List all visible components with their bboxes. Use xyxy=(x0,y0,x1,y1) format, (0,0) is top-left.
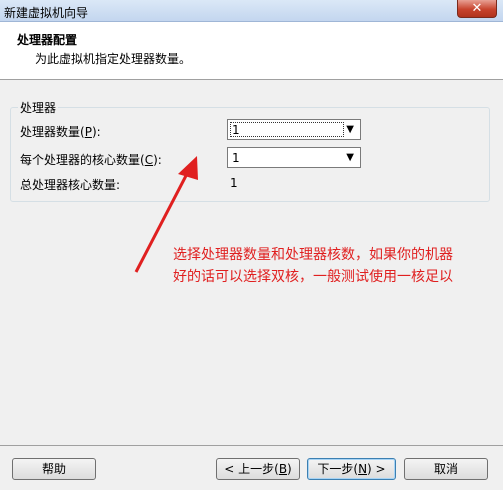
cancel-button[interactable]: 取消 xyxy=(404,458,488,480)
chevron-down-icon: ▼ xyxy=(346,152,354,163)
cores-per-processor-select[interactable]: 1 ▼ xyxy=(227,147,361,168)
total-cores-label: 总处理器核心数量: xyxy=(20,178,121,192)
groupbox-label: 处理器 xyxy=(18,99,59,116)
annotation-line-2: 好的话可以选择双核，一般测试使用一核足以 xyxy=(173,269,453,285)
processor-count-label: 处理器数量(P): xyxy=(20,125,101,139)
processor-count-select[interactable]: 1 ▼ xyxy=(227,119,361,140)
wizard-header: 处理器配置 为此虚拟机指定处理器数量。 xyxy=(0,22,503,80)
processor-count-value: 1 xyxy=(232,123,240,137)
chevron-down-icon: ▼ xyxy=(346,124,354,135)
cores-per-processor-value: 1 xyxy=(232,151,240,165)
cores-per-processor-label: 每个处理器的核心数量(C): xyxy=(20,153,162,167)
focus-rect xyxy=(230,122,344,137)
title-bar: 新建虚拟机向导 ✕ xyxy=(0,0,503,22)
close-button[interactable]: ✕ xyxy=(457,0,497,18)
help-button[interactable]: 帮助 xyxy=(12,458,96,480)
close-icon: ✕ xyxy=(471,1,483,16)
annotation-line-1: 选择处理器数量和处理器核数，如果你的机器 xyxy=(173,247,453,263)
total-cores-value: 1 xyxy=(230,176,238,190)
footer-divider xyxy=(0,445,503,446)
page-subtitle: 为此虚拟机指定处理器数量。 xyxy=(35,52,192,66)
back-button[interactable]: < 上一步(B) xyxy=(216,458,300,480)
window-title: 新建虚拟机向导 xyxy=(4,6,89,20)
next-button[interactable]: 下一步(N) > xyxy=(307,458,396,480)
page-title: 处理器配置 xyxy=(17,33,78,47)
